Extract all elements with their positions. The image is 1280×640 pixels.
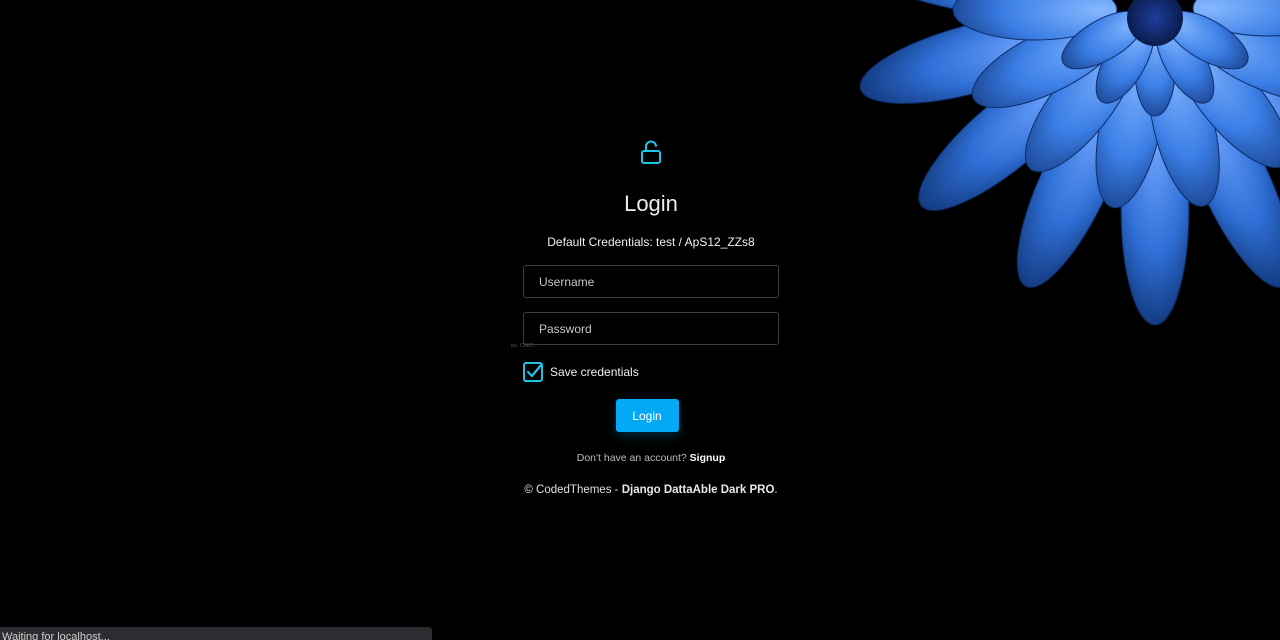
product-name: Django DattaAble Dark PRO xyxy=(621,484,775,496)
signup-prompt: Don't have an account? Signup xyxy=(498,452,804,464)
unlock-icon xyxy=(639,140,663,166)
tiny-hint-text: ex. C9ET... xyxy=(511,343,538,349)
username-input[interactable] xyxy=(523,265,779,298)
decorative-flower-image xyxy=(840,0,1280,340)
login-button[interactable]: Login xyxy=(615,399,679,432)
no-account-text: Don't have an account? xyxy=(576,452,687,464)
save-credentials-row: Save credentials xyxy=(523,362,779,382)
copyright-prefix: © CodedThemes - xyxy=(524,484,622,496)
password-input[interactable] xyxy=(523,312,779,345)
browser-status-bar: Waiting for localhost... xyxy=(0,627,432,640)
save-credentials-checkbox[interactable] xyxy=(523,362,543,382)
save-credentials-label[interactable]: Save credentials xyxy=(550,365,639,379)
copyright-footer: © CodedThemes - Django DattaAble Dark PR… xyxy=(498,484,804,496)
copyright-suffix: . xyxy=(774,484,778,496)
signup-link[interactable]: Signup xyxy=(690,452,726,464)
default-credentials-text: Default Credentials: test / ApS12_ZZs8 xyxy=(547,235,755,249)
status-text: Waiting for localhost... xyxy=(2,631,110,640)
page-title: Login xyxy=(624,191,678,216)
login-card: Login Default Credentials: test / ApS12_… xyxy=(498,140,804,496)
